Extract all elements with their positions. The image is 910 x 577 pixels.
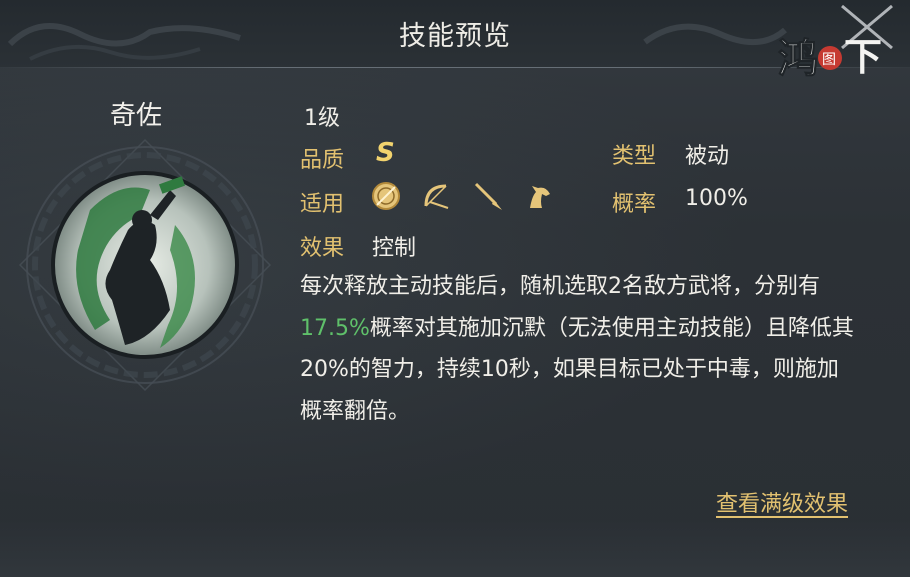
skill-level: 1级 bbox=[304, 106, 340, 131]
view-full-level-effect-link[interactable]: 查看满级效果 bbox=[716, 486, 848, 518]
bottom-decoration bbox=[0, 520, 910, 577]
type-value: 被动 bbox=[685, 144, 730, 169]
quality-label: 品质 bbox=[300, 148, 345, 173]
type-label: 类型 bbox=[612, 144, 657, 169]
desc-text-part1: 每次释放主动技能后，随机选取2名敌方武将，分别有 bbox=[300, 274, 820, 299]
shield-icon bbox=[372, 182, 400, 210]
game-logo: 鸿 图 下 bbox=[778, 4, 893, 83]
svg-text:下: 下 bbox=[844, 34, 882, 79]
skill-preview-panel: 技能预览 鸿 图 下 奇佐 1级 品质 S 类型 被动 适用 概率 100% 效… bbox=[0, 0, 910, 577]
spear-icon bbox=[474, 182, 502, 210]
effect-label: 效果 bbox=[300, 236, 345, 261]
desc-highlight-rate: 17.5% bbox=[300, 315, 370, 341]
horse-icon bbox=[530, 186, 550, 208]
hero-portrait-frame bbox=[18, 138, 272, 392]
applies-label: 适用 bbox=[300, 192, 345, 217]
svg-text:图: 图 bbox=[822, 52, 836, 68]
svg-text:鸿: 鸿 bbox=[778, 35, 818, 82]
desc-text-part2: 概率对其施加沉默（无法使用主动技能）且降低其20%的智力，持续10秒，如果目标已… bbox=[300, 315, 854, 424]
rate-label: 概率 bbox=[612, 192, 657, 217]
bow-icon bbox=[424, 184, 449, 209]
effect-value: 控制 bbox=[372, 236, 417, 261]
rate-value: 100% bbox=[685, 186, 748, 211]
skill-description: 每次释放主动技能后，随机选取2名敌方武将，分别有 17.5%概率对其施加沉默（无法… bbox=[300, 266, 860, 432]
quality-grade: S bbox=[376, 138, 395, 168]
